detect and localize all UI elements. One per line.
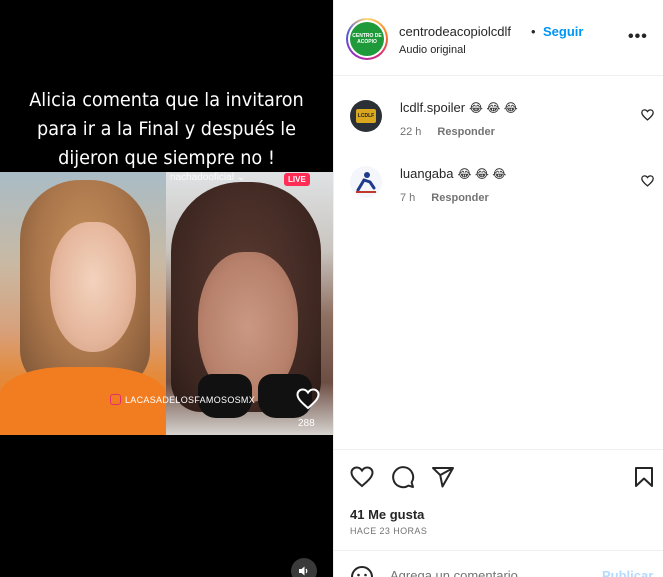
live-badge: LIVE [284,173,310,186]
comment-time: 7 h [400,192,416,204]
comment-text: 😂 😂 😂 [469,101,518,115]
post-details: CENTRO DE ACOPIO centrodeacopiolcdlf • S… [333,0,663,577]
comment-item: LCDLF lcdlf.spoiler 😂 😂 😂 22 h Responder [334,96,663,156]
publish-button[interactable]: Publicar [602,568,653,577]
reply-button[interactable]: Responder [437,126,494,138]
post-username[interactable]: centrodeacopiolcdlf [399,24,511,39]
heart-icon [350,466,374,488]
overlay-like-count: 288 [298,418,315,429]
comment-item: luangaba 😂 😂 😂 7 h Responder [334,162,663,222]
reply-button[interactable]: Responder [431,192,488,204]
comment-composer: Publicar [334,550,663,577]
video-caption: Alicia comenta que la invitaron para ir … [29,89,304,169]
heart-icon[interactable] [641,174,654,192]
separator-dot: • [531,24,536,39]
speaker-icon [299,566,308,576]
video-player[interactable]: Alicia comenta que la invitaron para ir … [0,0,333,577]
like-button[interactable] [350,465,374,489]
comment-username[interactable]: lcdlf.spoiler [400,100,465,115]
account-logo: CENTRO DE ACOPIO [350,22,384,56]
watermark: LACASADELOSFAMOSOSMX [110,394,255,405]
comment-avatar[interactable]: LCDLF [350,100,382,132]
save-button[interactable] [632,465,656,489]
post-actions: 41 Me gusta HACE 23 HORAS Publicar [334,449,663,577]
avatar[interactable]: CENTRO DE ACOPIO [346,18,388,60]
video-frame: nachadooficial ⌄ LIVE LACASADELOSFAMOSOS… [0,172,333,435]
heart-icon[interactable] [641,108,654,126]
instagram-icon [110,394,121,405]
watermark-text: LACASADELOSFAMOSOSMX [125,394,256,405]
emoji-icon[interactable] [350,565,374,577]
follow-button[interactable]: Seguir [543,24,583,39]
live-username: nachadooficial ⌄ [170,172,246,183]
sound-button[interactable] [291,558,317,577]
comment-username[interactable]: luangaba [400,166,454,181]
comment-time: 22 h [400,126,422,138]
comment-icon [392,466,415,489]
post-timestamp[interactable]: HACE 23 HORAS [350,526,427,536]
like-count[interactable]: 41 Me gusta [350,507,424,522]
comment-avatar[interactable] [350,166,382,198]
heart-icon [296,388,320,415]
share-button[interactable] [431,465,455,489]
comment-button[interactable] [391,465,415,489]
bookmark-icon [635,467,653,487]
post-header: CENTRO DE ACOPIO centrodeacopiolcdlf • S… [334,0,663,76]
more-options-button[interactable]: ••• [628,28,648,46]
audio-link[interactable]: Audio original [399,44,466,56]
share-icon [432,467,454,488]
comment-text: 😂 😂 😂 [457,167,507,181]
comment-input[interactable] [390,568,590,577]
